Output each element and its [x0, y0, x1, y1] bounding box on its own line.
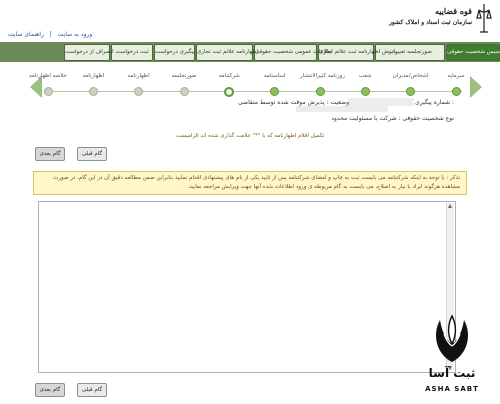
step-dot: [134, 87, 144, 96]
tab-trademark-declaration[interactable]: اظهارنامه علائم ثبت تجاری: [196, 44, 258, 61]
step-1[interactable]: سرمایه: [436, 70, 476, 96]
step-label: اظهارنامه: [127, 73, 150, 79]
tab-register-request[interactable]: ثبت درخواست: [111, 44, 153, 61]
step-label: اشخاص/مدیران: [392, 73, 429, 79]
main-nav: تاسیس شخصیت حقوقی صورتجلسه تغییرات پذیرش…: [0, 42, 500, 62]
status-text: وضعیت : پذیرش موقت شده توسط متقاضی: [238, 99, 350, 106]
watermark-brand: ثبت آسا: [428, 366, 476, 380]
top-links: ورود به سایت | راهنمای سایت: [8, 31, 96, 38]
step-label: روزنامه کثیرالانتشار: [300, 73, 345, 79]
required-fields-note: تکمیل اقلام اظهارنامه که با "*" علامت گذ…: [176, 133, 325, 139]
prev-step-button-bottom[interactable]: گام قبلی: [77, 383, 107, 397]
prev-step-button-top[interactable]: گام قبلی: [77, 147, 107, 161]
step-dot: [43, 87, 53, 96]
step-label: شعب: [358, 73, 372, 79]
step-label: خلاصه اظهارنامه: [29, 73, 67, 79]
next-step-button-top[interactable]: گام بعدی: [35, 147, 65, 161]
scroll-up-icon[interactable]: [448, 204, 452, 208]
tab-track-request[interactable]: پیگیری درخواست: [154, 44, 195, 61]
watermark-logo: ثبت آسا ASHA SABT: [408, 312, 496, 402]
watermark-brand-en: ASHA SABT: [425, 385, 479, 393]
step-dot: [179, 87, 189, 96]
warning-box: تذکر : با توجه به اینکه شرکتنامه می بایس…: [33, 171, 467, 195]
help-link[interactable]: راهنمای سایت: [8, 31, 44, 38]
tab-cancel-request[interactable]: انصراف از درخواست: [64, 44, 114, 61]
next-step-button-bottom[interactable]: گام بعدی: [35, 383, 65, 397]
step-label: شرکتنامه: [218, 73, 240, 79]
asha-logo-icon: [436, 314, 468, 362]
tab-public-info[interactable]: اطلاعات عمومی شخصیت حقوقی: [254, 44, 333, 61]
step-4[interactable]: روزنامه کثیرالانتشار: [300, 70, 345, 96]
step-dot: [360, 87, 370, 96]
step-8[interactable]: اظهارنامه: [119, 70, 159, 96]
company-deed-textarea[interactable]: [39, 202, 459, 376]
step-9[interactable]: اظهارنامه: [73, 70, 113, 96]
step-6[interactable]: شرکتنامه: [209, 70, 249, 97]
step-3[interactable]: شعب: [345, 70, 385, 96]
step-label: سرمایه: [447, 73, 465, 79]
step-dot: [406, 87, 416, 96]
tracking-number-value: [348, 98, 414, 106]
step-5[interactable]: اساسنامه: [255, 70, 295, 96]
login-link[interactable]: ورود به سایت: [58, 31, 92, 38]
step-dot: [270, 87, 280, 96]
step-label: اظهارنامه: [82, 73, 105, 79]
step-dot: [451, 87, 461, 96]
entity-type: نوع شخصیت حقوقی : شرکت با مسئولیت محدود: [331, 115, 454, 122]
tab-establish-entity[interactable]: تاسیس شخصیت حقوقی: [446, 44, 500, 61]
company-deed-textarea-wrap: [38, 201, 459, 376]
logo-subtitle: سازمان ثبت اسناد و املاک کشور: [389, 19, 472, 26]
separator: |: [49, 31, 52, 38]
step-2[interactable]: اشخاص/مدیران: [391, 70, 431, 96]
redacted-name: [296, 106, 388, 112]
step-label: صورتجلسه: [171, 73, 197, 79]
step-7[interactable]: صورتجلسه: [164, 70, 204, 96]
step-10[interactable]: خلاصه اظهارنامه: [28, 70, 68, 96]
tracking-number-label: شماره پیگیری :: [415, 99, 454, 106]
step-label: اساسنامه: [263, 73, 286, 79]
step-dot: [224, 87, 235, 97]
step-dot: [88, 87, 98, 96]
logo-title: قوه قضاییه: [434, 6, 472, 16]
step-dot: [315, 87, 325, 96]
site-logo: قوه قضاییه سازمان ثبت اسناد و املاک کشور: [389, 2, 492, 38]
emblem-icon: [476, 4, 492, 33]
